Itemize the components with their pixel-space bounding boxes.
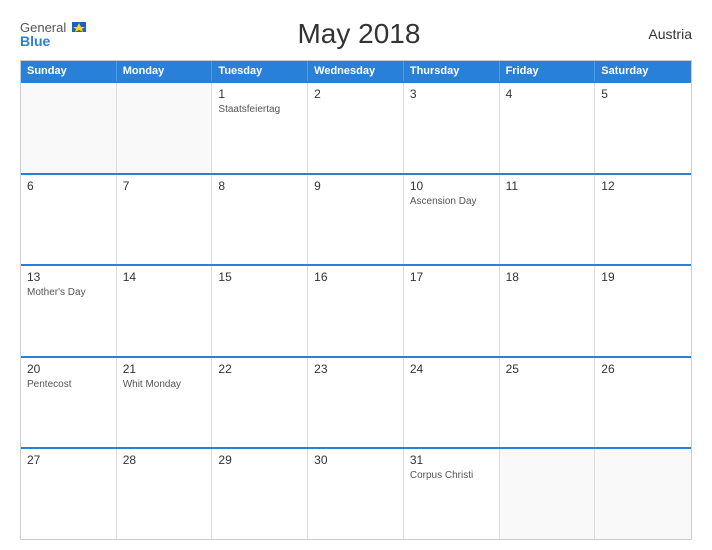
calendar-cell: 22	[212, 358, 308, 448]
calendar-cell: 16	[308, 266, 404, 356]
day-number: 4	[506, 87, 589, 101]
day-number: 18	[506, 270, 589, 284]
day-number: 10	[410, 179, 493, 193]
holiday-name: Mother's Day	[27, 286, 110, 299]
calendar-cell	[500, 449, 596, 539]
day-number: 30	[314, 453, 397, 467]
calendar-cell: 27	[21, 449, 117, 539]
day-number: 26	[601, 362, 685, 376]
calendar-cell: 2	[308, 83, 404, 173]
day-number: 20	[27, 362, 110, 376]
calendar-grid: Sunday Monday Tuesday Wednesday Thursday…	[20, 60, 692, 540]
calendar-cell: 28	[117, 449, 213, 539]
day-number: 23	[314, 362, 397, 376]
holiday-name: Whit Monday	[123, 378, 206, 391]
calendar-cell	[595, 449, 691, 539]
logo-general-text: General	[20, 21, 86, 34]
calendar-cell: 26	[595, 358, 691, 448]
holiday-name: Staatsfeiertag	[218, 103, 301, 116]
header-monday: Monday	[117, 61, 213, 81]
calendar-cell: 6	[21, 175, 117, 265]
calendar-cell: 4	[500, 83, 596, 173]
day-number: 15	[218, 270, 301, 284]
holiday-name: Ascension Day	[410, 195, 493, 208]
header-wednesday: Wednesday	[308, 61, 404, 81]
calendar-cell: 12	[595, 175, 691, 265]
page-header: General Blue May 2018 Austria	[20, 18, 692, 50]
day-number: 11	[506, 179, 589, 193]
calendar-cell: 21 Whit Monday	[117, 358, 213, 448]
logo-blue-text: Blue	[20, 34, 86, 48]
calendar-cell: 7	[117, 175, 213, 265]
calendar-week-3: 13 Mother's Day 14 15 16 17 18 19	[21, 264, 691, 356]
day-number: 8	[218, 179, 301, 193]
logo: General Blue	[20, 21, 86, 48]
calendar-cell: 24	[404, 358, 500, 448]
calendar-body: 1Staatsfeiertag2345678910Ascension Day11…	[21, 81, 691, 539]
calendar-cell: 11	[500, 175, 596, 265]
holiday-name: Corpus Christi	[410, 469, 493, 482]
calendar-cell: 14	[117, 266, 213, 356]
day-number: 25	[506, 362, 589, 376]
day-number: 19	[601, 270, 685, 284]
calendar-cell: 13 Mother's Day	[21, 266, 117, 356]
day-number: 22	[218, 362, 301, 376]
day-number: 13	[27, 270, 110, 284]
day-number: 3	[410, 87, 493, 101]
calendar-cell: 29	[212, 449, 308, 539]
calendar-cell: 8	[212, 175, 308, 265]
day-number: 5	[601, 87, 685, 101]
day-number: 2	[314, 87, 397, 101]
logo-flag-icon	[72, 22, 86, 32]
header-sunday: Sunday	[21, 61, 117, 81]
day-number: 16	[314, 270, 397, 284]
calendar-cell: 25	[500, 358, 596, 448]
calendar-cell: 1 Staatsfeiertag	[212, 83, 308, 173]
calendar-cell: 20 Pentecost	[21, 358, 117, 448]
calendar-cell: 5	[595, 83, 691, 173]
calendar-week-4: 20 Pentecost 21 Whit Monday 22 23 24 25 26	[21, 356, 691, 448]
day-number: 14	[123, 270, 206, 284]
calendar-header-row: Sunday Monday Tuesday Wednesday Thursday…	[21, 61, 691, 81]
calendar-cell	[117, 83, 213, 173]
day-number: 1	[218, 87, 301, 101]
calendar-cell: 23	[308, 358, 404, 448]
calendar-cell: 9	[308, 175, 404, 265]
calendar-page: General Blue May 2018 Austria Sunday Mon…	[0, 0, 712, 550]
calendar-week-5: 27 28 29 30 31 Corpus Christi	[21, 447, 691, 539]
calendar-cell: 10 Ascension Day	[404, 175, 500, 265]
calendar-cell: 30	[308, 449, 404, 539]
day-number: 29	[218, 453, 301, 467]
calendar-cell: 17	[404, 266, 500, 356]
calendar-cell: 19	[595, 266, 691, 356]
calendar-cell: 18	[500, 266, 596, 356]
calendar-cell	[21, 83, 117, 173]
day-number: 28	[123, 453, 206, 467]
day-number: 12	[601, 179, 685, 193]
day-number: 27	[27, 453, 110, 467]
day-number: 17	[410, 270, 493, 284]
country-label: Austria	[632, 26, 692, 42]
holiday-name: Pentecost	[27, 378, 110, 391]
day-number: 9	[314, 179, 397, 193]
calendar-cell: 3	[404, 83, 500, 173]
header-saturday: Saturday	[595, 61, 691, 81]
day-number: 31	[410, 453, 493, 467]
header-friday: Friday	[500, 61, 596, 81]
day-number: 21	[123, 362, 206, 376]
calendar-cell: 15	[212, 266, 308, 356]
calendar-cell: 31 Corpus Christi	[404, 449, 500, 539]
day-number: 6	[27, 179, 110, 193]
calendar-week-1: 1 Staatsfeiertag 2345	[21, 81, 691, 173]
calendar-week-2: 6789 10 Ascension Day 11 12	[21, 173, 691, 265]
day-number: 7	[123, 179, 206, 193]
calendar-title: May 2018	[86, 18, 632, 50]
header-thursday: Thursday	[404, 61, 500, 81]
header-tuesday: Tuesday	[212, 61, 308, 81]
day-number: 24	[410, 362, 493, 376]
